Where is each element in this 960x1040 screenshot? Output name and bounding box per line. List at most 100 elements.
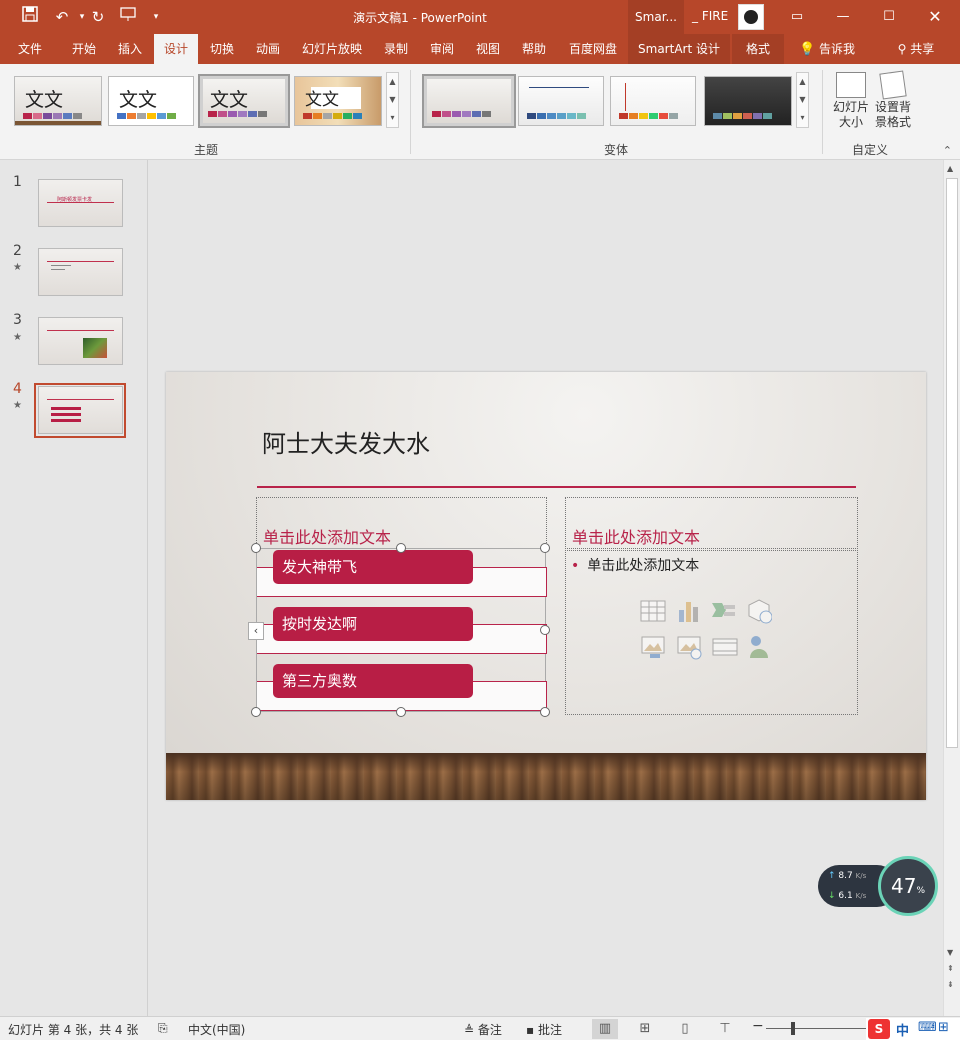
download-arrow-icon: ↓ xyxy=(828,891,836,901)
resize-handle[interactable] xyxy=(396,707,406,717)
zoom-slider[interactable] xyxy=(766,1028,866,1029)
theme-swatches xyxy=(23,113,83,119)
insert-chart-icon[interactable] xyxy=(676,598,702,624)
insert-online-picture-icon[interactable] xyxy=(676,634,702,660)
theme-thumbnail-2[interactable]: 文文 xyxy=(108,76,194,126)
variant-thumbnail-3[interactable] xyxy=(610,76,696,126)
animation-star-icon: ★ xyxy=(13,262,22,273)
download-unit: K/s xyxy=(855,892,867,900)
variant-thumbnail-2[interactable] xyxy=(518,76,604,126)
tab-design[interactable]: 设计 xyxy=(154,34,198,64)
download-speed: 6.1 xyxy=(838,891,853,901)
resize-handle[interactable] xyxy=(251,707,261,717)
slide-size-button[interactable]: 幻灯片 大小 xyxy=(830,72,872,130)
format-background-icon xyxy=(879,70,907,100)
vertical-scrollbar[interactable]: ▲ ▼ ⇞ ⇟ xyxy=(943,160,960,1016)
variant-thumbnail-4[interactable] xyxy=(704,76,792,126)
current-slide[interactable]: 阿士大夫发大水 单击此处添加文本 单击此处添加文本 发大神带飞 按时发达啊 第三… xyxy=(166,372,926,800)
ime-menu-icon[interactable]: ⊞ xyxy=(938,1020,949,1035)
scroll-down-arrow-icon[interactable]: ▼ xyxy=(947,948,953,957)
slide-sorter-view-button[interactable]: ⊞ xyxy=(632,1019,658,1039)
collapse-ribbon-icon[interactable]: ⌃ xyxy=(943,144,952,157)
insert-picture-icon[interactable] xyxy=(640,634,666,660)
tab-insert[interactable]: 插入 xyxy=(108,34,152,64)
previous-slide-icon[interactable]: ⇞ xyxy=(947,964,954,973)
text-pane-toggle-icon[interactable]: ‹ xyxy=(248,622,264,640)
ime-mode-label[interactable]: 中 xyxy=(896,1020,909,1039)
slide-thumbnail-3[interactable] xyxy=(38,317,123,365)
normal-view-button[interactable]: ▥ xyxy=(592,1019,618,1039)
variant-swatches xyxy=(619,113,679,119)
tab-animations[interactable]: 动画 xyxy=(246,34,290,64)
user-name[interactable]: _ FIRE xyxy=(692,9,728,23)
tab-view[interactable]: 视图 xyxy=(466,34,510,64)
upload-unit: K/s xyxy=(855,872,867,880)
tab-record[interactable]: 录制 xyxy=(374,34,418,64)
format-background-button[interactable]: 设置背 景格式 xyxy=(872,70,914,130)
title-rule xyxy=(47,330,114,331)
tab-baidu-netdisk[interactable]: 百度网盘 xyxy=(560,34,626,64)
slide-thumbnail-1[interactable]: 阿斯顿发票卡发 xyxy=(38,179,123,227)
close-button[interactable]: ✕ xyxy=(912,0,958,34)
slideshow-view-button[interactable]: ⊤ xyxy=(712,1019,738,1039)
comments-button[interactable]: ▪ 批注 xyxy=(526,1021,562,1038)
themes-gallery-scroll[interactable]: ▲ ▼ ▾ xyxy=(386,72,399,128)
slide-thumbnail-2[interactable] xyxy=(38,248,123,296)
language-status[interactable]: 中文(中国) xyxy=(188,1021,245,1038)
scroll-up-arrow-icon[interactable]: ▲ xyxy=(947,164,953,173)
smartart-graphic[interactable]: 发大神带飞 按时发达啊 第三方奥数 xyxy=(256,548,547,712)
tab-smartart-design[interactable]: SmartArt 设计 xyxy=(628,34,730,64)
tab-home[interactable]: 开始 xyxy=(62,34,106,64)
slideshow-icon[interactable] xyxy=(116,6,140,28)
resize-handle[interactable] xyxy=(251,543,261,553)
reading-view-button[interactable]: ▯ xyxy=(672,1019,698,1039)
resize-handle[interactable] xyxy=(540,625,550,635)
share-button[interactable]: ⚲ 共享 xyxy=(886,34,946,64)
insert-table-icon[interactable] xyxy=(640,598,666,624)
tab-file[interactable]: 文件 xyxy=(8,34,52,64)
customize-quick-access-icon[interactable]: ▾ xyxy=(144,6,168,28)
minimize-button[interactable]: — xyxy=(820,0,866,34)
insert-3d-model-icon[interactable] xyxy=(746,598,772,624)
tab-review[interactable]: 审阅 xyxy=(420,34,464,64)
theme-thumbnail-3-selected[interactable]: 文文 xyxy=(198,74,290,128)
upload-speed: 8.7 xyxy=(838,871,853,881)
tab-transitions[interactable]: 切换 xyxy=(200,34,244,64)
save-icon[interactable] xyxy=(18,6,42,28)
ime-toolbar[interactable]: S 中 ⌨ ⊞ xyxy=(866,1018,960,1040)
variant-thumbnail-1-selected[interactable] xyxy=(422,74,516,128)
slide-thumbnail-4[interactable] xyxy=(38,386,123,434)
insert-icons-icon[interactable] xyxy=(746,634,772,660)
insert-video-icon[interactable] xyxy=(712,634,738,660)
zoom-slider-knob[interactable] xyxy=(791,1022,795,1035)
spell-check-icon[interactable]: ⎘ xyxy=(158,1021,168,1036)
resize-handle[interactable] xyxy=(540,543,550,553)
zoom-out-button[interactable]: − xyxy=(752,1018,764,1034)
insert-smartart-icon[interactable] xyxy=(710,598,736,624)
tab-slideshow[interactable]: 幻灯片放映 xyxy=(294,34,370,64)
scroll-thumb[interactable] xyxy=(946,178,958,748)
ribbon-display-icon[interactable]: ▭ xyxy=(774,0,820,34)
slide-size-label: 幻灯片 大小 xyxy=(832,100,869,129)
keyboard-icon[interactable]: ⌨ xyxy=(918,1020,937,1035)
smartart-item[interactable]: 按时发达啊 xyxy=(273,607,473,641)
resize-handle[interactable] xyxy=(396,543,406,553)
network-speed-widget[interactable]: ↑ 8.7 K/s ↓ 6.1 K/s 47% xyxy=(818,856,938,918)
variants-gallery-scroll[interactable]: ▲ ▼ ▾ xyxy=(796,72,809,128)
smartart-item[interactable]: 发大神带飞 xyxy=(273,550,473,584)
tell-me-search[interactable]: 💡 告诉我 xyxy=(792,34,862,64)
next-slide-icon[interactable]: ⇟ xyxy=(947,980,954,989)
notes-button[interactable]: ≜ 备注 xyxy=(464,1021,502,1038)
themes-group-label: 主题 xyxy=(194,143,219,157)
maximize-button[interactable]: ☐ xyxy=(866,0,912,34)
redo-icon[interactable]: ↻ xyxy=(86,6,110,28)
tell-me-label: 告诉我 xyxy=(819,42,856,56)
theme-thumbnail-4[interactable]: 文文 xyxy=(294,76,382,126)
tab-format[interactable]: 格式 xyxy=(732,34,784,64)
tab-help[interactable]: 帮助 xyxy=(512,34,556,64)
avatar[interactable] xyxy=(738,4,764,30)
resize-handle[interactable] xyxy=(540,707,550,717)
slide-title[interactable]: 阿士大夫发大水 xyxy=(262,424,430,459)
smartart-item[interactable]: 第三方奥数 xyxy=(273,664,473,698)
theme-thumbnail-1[interactable]: 文文 xyxy=(14,76,102,126)
